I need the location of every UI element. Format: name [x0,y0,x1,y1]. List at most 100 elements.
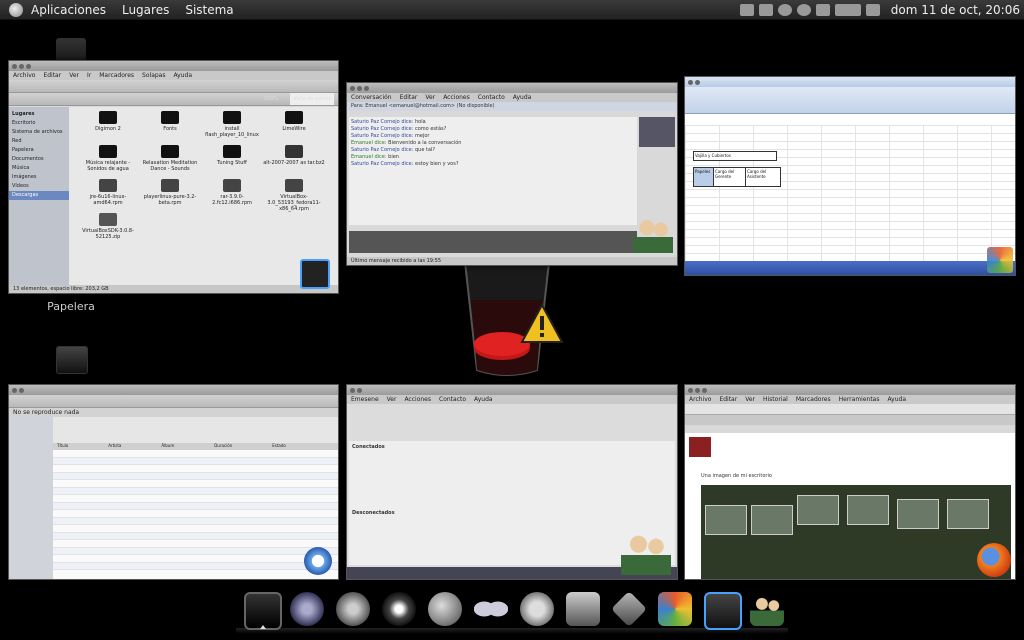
network-icon[interactable] [815,3,830,16]
table-row[interactable] [53,540,338,548]
column-header[interactable]: Estado [272,443,286,450]
spreadsheet-cell[interactable]: Cargo del Gerente [713,167,747,187]
menu-marcadores[interactable]: Marcadores [99,71,134,80]
table-row[interactable] [53,502,338,510]
table-row[interactable] [53,495,338,503]
office-ribbon[interactable] [685,87,1015,114]
music-note-icon[interactable] [290,592,324,626]
menu-sistema[interactable]: Sistema [185,3,233,17]
table-row[interactable] [53,450,338,458]
sidebar-item[interactable]: Documentos [9,155,69,164]
file-item[interactable]: install flash_player_10_linux [201,111,263,145]
update-icon[interactable] [834,3,861,16]
browser-window[interactable]: Archivo Editar Ver Historial Marcadores … [684,384,1016,580]
distro-logo-icon[interactable] [9,2,23,17]
web-content[interactable]: Una imagen de mi escritorio [685,433,1015,579]
table-row[interactable] [53,465,338,473]
table-row[interactable] [53,487,338,495]
file-item[interactable]: Música relajante - Sonidos de agua [77,145,139,179]
view-mode-select[interactable]: Vista de iconos [290,93,334,105]
window-titlebar[interactable] [9,385,338,395]
scanner-icon[interactable] [566,592,600,626]
url-bar[interactable] [685,404,1015,415]
menu-archivo[interactable]: Archivo [13,71,35,80]
menu-conversacion[interactable]: Conversación [351,93,392,102]
menu-acciones[interactable]: Acciones [404,395,431,404]
spreadsheet-cell[interactable]: Papeles [693,167,715,187]
chat-input[interactable] [349,231,637,253]
file-item[interactable]: Fonts [139,111,201,145]
file-item[interactable]: playerlinux-pure-3.2-beta.rpm [139,179,201,213]
menu-ayuda[interactable]: Ayuda [513,93,532,102]
menu-lugares[interactable]: Lugares [122,3,169,17]
file-item[interactable]: Relaxation Meditation Dance - Sounds [139,145,201,179]
menu-ver[interactable]: Ver [387,395,397,404]
power-icon[interactable] [796,3,811,16]
window-titlebar[interactable] [685,385,1015,395]
table-row[interactable] [53,562,338,570]
messenger-window[interactable]: Emesene Ver Acciones Contacto Ayuda Cone… [346,384,678,580]
menu-herramientas[interactable]: Herramientas [839,395,880,404]
table-row[interactable] [53,480,338,488]
table-row[interactable] [53,547,338,555]
zoom-level[interactable]: 100% [264,93,278,105]
file-item[interactable]: Tuning Stuff [201,145,263,179]
menu-emesene[interactable]: Emesene [351,395,379,404]
table-row[interactable] [53,472,338,480]
menu-ir[interactable]: Ir [87,71,91,80]
menu-acciones[interactable]: Acciones [443,93,470,102]
menu-ver[interactable]: Ver [69,71,79,80]
gear-icon[interactable] [336,592,370,626]
menu-contacto[interactable]: Contacto [439,395,466,404]
window-titlebar[interactable] [347,385,677,395]
menu-ver[interactable]: Ver [745,395,755,404]
menu-editar[interactable]: Editar [719,395,737,404]
window-titlebar[interactable] [685,77,1015,87]
skype-icon[interactable] [777,3,792,16]
browser-tabs[interactable] [685,415,1015,425]
disc-icon[interactable] [382,592,416,626]
menu-archivo[interactable]: Archivo [689,395,711,404]
sidebar-item[interactable]: Red [9,137,69,146]
monitor-icon[interactable] [244,592,282,630]
menu-aplicaciones[interactable]: Aplicaciones [31,3,106,17]
desktop-icon-label[interactable]: Papelera [36,300,106,313]
file-item[interactable]: rar-3.9.0-2.fc12.i686.rpm [201,179,263,213]
column-header[interactable]: Título [57,443,68,450]
menu-ayuda[interactable]: Ayuda [474,395,493,404]
table-row[interactable] [53,457,338,465]
mail-icon[interactable] [739,3,754,16]
file-item[interactable]: VirtualBox-3.0_53193_fedora11-x86_64.rpm [263,179,325,213]
spreadsheet-grid[interactable]: Vajilla y Cubiertos Papeles Cargo del Ge… [685,125,1015,261]
column-header[interactable]: Duración [214,443,232,450]
column-header[interactable]: Álbum [161,443,174,450]
menu-editar[interactable]: Editar [400,93,418,102]
desktop-disk-icon[interactable] [56,346,88,374]
cube-icon[interactable] [610,590,648,628]
player-controls[interactable] [9,395,338,408]
users-icon[interactable] [750,592,784,626]
volume-icon[interactable] [865,3,880,16]
table-row[interactable] [53,517,338,525]
window-titlebar[interactable] [9,61,338,71]
file-item[interactable]: jre-6u16-linux-amd64.rpm [77,179,139,213]
menu-contacto[interactable]: Contacto [478,93,505,102]
table-row[interactable] [53,555,338,563]
chat-window[interactable]: Conversación Editar Ver Acciones Contact… [346,82,678,266]
sidebar-item[interactable]: Sistema de archivos [9,128,69,137]
menu-solapas[interactable]: Solapas [142,71,165,80]
table-row[interactable] [53,525,338,533]
sidebar-item[interactable]: Descargas [9,191,69,200]
table-row[interactable] [53,510,338,518]
column-header[interactable]: Artista [108,443,121,450]
spreadsheet-cell[interactable]: Vajilla y Cubiertos [693,151,777,161]
chat-bubble-icon[interactable] [520,592,554,626]
menu-ayuda[interactable]: Ayuda [887,395,906,404]
table-row[interactable] [53,532,338,540]
sidebar-item[interactable]: Papelera [9,146,69,155]
file-item[interactable]: LimeWire [263,111,325,145]
sidebar-item[interactable]: Música [9,164,69,173]
menu-marcadores[interactable]: Marcadores [796,395,831,404]
chat-icon[interactable] [758,3,773,16]
globe-icon[interactable] [428,592,462,626]
